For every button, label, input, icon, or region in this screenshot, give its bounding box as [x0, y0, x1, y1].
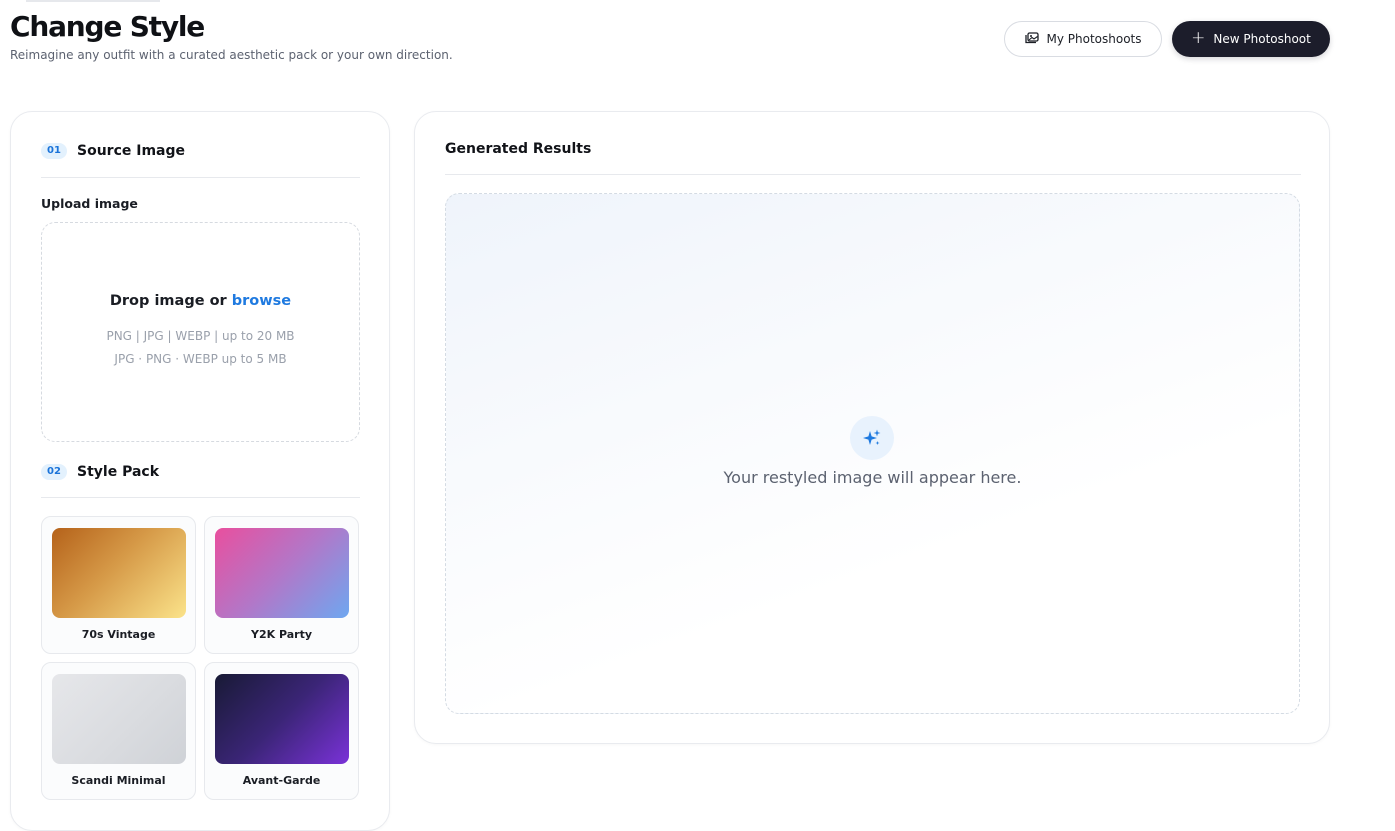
style-swatch: [215, 528, 349, 618]
results-panel: Generated Results Your restyled image wi…: [414, 111, 1330, 744]
new-photoshoot-label: New Photoshoot: [1213, 32, 1311, 46]
style-label: 70s Vintage: [81, 628, 156, 641]
style-label: Avant-Garde: [242, 774, 321, 787]
results-title: Generated Results: [445, 141, 592, 157]
drop-label: Drop image or: [109, 293, 232, 309]
format-hint-2: JPG · PNG · WEBP up to 5 MB: [114, 352, 287, 366]
plus-icon: +: [1191, 27, 1206, 48]
style-card-avant-garde[interactable]: Avant-Garde: [204, 662, 359, 800]
style-pack-section-title: Style Pack: [77, 464, 160, 480]
top-strip: [26, 0, 160, 2]
format-hint-1: PNG | JPG | WEBP | up to 20 MB: [106, 329, 295, 343]
divider: [445, 174, 1301, 175]
my-photoshoots-button[interactable]: My Photoshoots: [1004, 21, 1162, 57]
new-photoshoot-button[interactable]: + New Photoshoot: [1172, 21, 1330, 57]
image-dropzone[interactable]: Drop image or browse PNG | JPG | WEBP | …: [41, 222, 360, 442]
page-subtitle: Reimagine any outfit with a curated aest…: [10, 48, 453, 62]
style-swatch: [52, 528, 186, 618]
drop-text: Drop image or browse: [42, 293, 359, 309]
sparkle-icon: [850, 416, 894, 460]
my-photoshoots-label: My Photoshoots: [1046, 32, 1142, 46]
divider: [41, 177, 360, 178]
style-pack-section-header: 02 Style Pack: [41, 464, 159, 480]
page-title: Change Style: [10, 10, 205, 43]
results-preview-area: Your restyled image will appear here.: [445, 193, 1300, 714]
upload-label: Upload image: [41, 196, 138, 211]
photos-icon: [1024, 31, 1039, 47]
style-card-70s-vintage[interactable]: 70s Vintage: [41, 516, 196, 654]
step-badge: 02: [41, 464, 67, 480]
browse-link[interactable]: browse: [232, 293, 291, 309]
style-card-y2k-party[interactable]: Y2K Party: [204, 516, 359, 654]
divider: [41, 497, 360, 498]
step-badge: 01: [41, 143, 67, 159]
style-swatch: [52, 674, 186, 764]
source-panel: 01 Source Image Upload image Drop image …: [10, 111, 390, 831]
results-placeholder-text: Your restyled image will appear here.: [723, 468, 1022, 487]
style-card-scandi-minimal[interactable]: Scandi Minimal: [41, 662, 196, 800]
style-label: Y2K Party: [250, 628, 312, 641]
style-swatch: [215, 674, 349, 764]
style-label: Scandi Minimal: [71, 774, 166, 787]
source-section-header: 01 Source Image: [41, 143, 185, 159]
source-section-title: Source Image: [77, 143, 186, 159]
